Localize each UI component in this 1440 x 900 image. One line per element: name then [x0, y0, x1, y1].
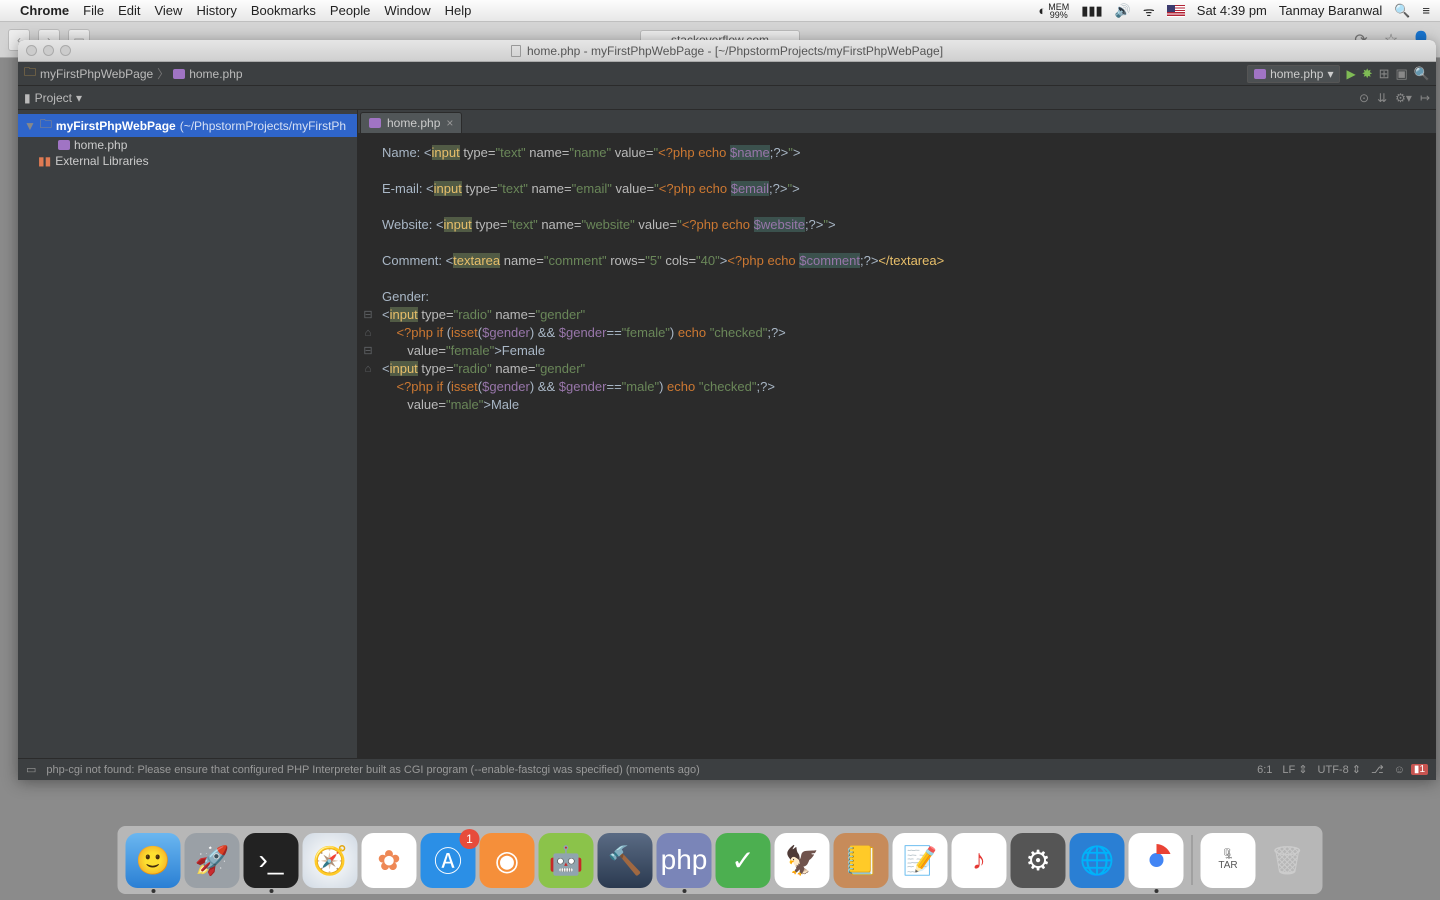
menubar-clock[interactable]: Sat 4:39 pm [1197, 3, 1267, 18]
mail-icon[interactable]: 🦅 [775, 833, 830, 888]
status-message: php-cgi not found: Please ensure that co… [46, 764, 699, 776]
appstore-icon[interactable]: Ⓐ1 [421, 833, 476, 888]
menubar-user[interactable]: Tanmay Baranwal [1279, 3, 1382, 18]
breadcrumb-file[interactable]: home.php [173, 67, 242, 81]
xcode-icon[interactable]: 🔨 [598, 833, 653, 888]
run-config-dropdown[interactable]: home.php ▾ [1247, 65, 1340, 83]
safari-icon[interactable]: 🧭 [303, 833, 358, 888]
scroll-to-source-icon[interactable]: ⊙ [1359, 91, 1369, 105]
menu-edit[interactable]: Edit [118, 3, 140, 18]
spotlight-icon[interactable]: 🔍 [1394, 3, 1410, 19]
php-app-icon[interactable]: php [657, 833, 712, 888]
menu-window[interactable]: Window [384, 3, 430, 18]
wifi-icon[interactable]: ᯤ [1143, 2, 1155, 20]
search-icon[interactable]: 🔍 [1414, 66, 1430, 82]
notification-center-icon[interactable]: ≡ [1422, 3, 1430, 18]
tree-file[interactable]: home.php [18, 137, 357, 153]
menu-help[interactable]: Help [445, 3, 472, 18]
hector-icon[interactable]: ☺ [1394, 764, 1405, 776]
traffic-lights[interactable] [26, 45, 71, 56]
menu-file[interactable]: File [83, 3, 104, 18]
debug-button-icon[interactable]: ✸ [1362, 66, 1373, 82]
menu-bookmarks[interactable]: Bookmarks [251, 3, 316, 18]
battery-icon[interactable]: ▮▮▮ [1081, 3, 1102, 19]
volume-icon[interactable]: 🔊 [1115, 3, 1131, 19]
chevron-right-icon: 〉 [157, 65, 169, 82]
mem-indicator-icon[interactable]: ◐MEM99% [1038, 3, 1069, 19]
tree-root[interactable]: ▼🗀myFirstPhpWebPage (~/PhpstormProjects/… [18, 114, 357, 137]
library-icon: ▮▮ [38, 154, 51, 168]
menu-view[interactable]: View [154, 3, 182, 18]
editor-gutter: ⊟⌂⊟⌂ [358, 144, 378, 378]
encoding[interactable]: UTF-8 ⇕ [1318, 763, 1361, 776]
mac-menubar: Chrome File Edit View History Bookmarks … [0, 0, 1440, 22]
php-icon [173, 69, 185, 79]
php-icon [58, 140, 70, 150]
menu-people[interactable]: People [330, 3, 370, 18]
tar-file-icon[interactable]: 🗜TAR [1201, 833, 1256, 888]
editor-tabs: home.php× [358, 110, 1436, 134]
settings-icon[interactable]: ⚙ [1011, 833, 1066, 888]
chrome-icon[interactable] [1129, 833, 1184, 888]
hide-icon[interactable]: ↦ [1420, 91, 1430, 105]
git-icon[interactable]: ⎇ [1371, 763, 1384, 776]
run-button-icon[interactable]: ▶ [1346, 67, 1355, 81]
menubar-app[interactable]: Chrome [20, 3, 69, 18]
itunes-icon[interactable]: ♪ [952, 833, 1007, 888]
trash-icon[interactable]: 🗑 [1260, 833, 1315, 888]
editor-tab[interactable]: home.php× [360, 112, 462, 133]
appstore-badge: 1 [460, 829, 480, 849]
contacts-icon[interactable]: 📒 [834, 833, 889, 888]
project-tree[interactable]: ▼🗀myFirstPhpWebPage (~/PhpstormProjects/… [18, 110, 358, 758]
code-editor[interactable]: ⊟⌂⊟⌂ Name: <input type="text" name="name… [358, 134, 1436, 758]
flag-icon[interactable] [1167, 5, 1185, 17]
status-icon[interactable]: ▭ [26, 763, 36, 776]
php-icon [1254, 69, 1266, 79]
folder-icon: 🗀 [24, 63, 36, 84]
photos-icon[interactable]: ✿ [362, 833, 417, 888]
finder-icon[interactable]: 🙂 [126, 833, 181, 888]
event-log-badge[interactable]: ▮1 [1411, 764, 1428, 775]
ide-title: home.php - myFirstPhpWebPage - [~/Phpsto… [527, 44, 943, 58]
notes-icon[interactable]: 📝 [893, 833, 948, 888]
checkmark-app-icon[interactable]: ✓ [716, 833, 771, 888]
ide-titlebar[interactable]: home.php - myFirstPhpWebPage - [~/Phpsto… [18, 40, 1436, 62]
ide-statusbar: ▭ php-cgi not found: Please ensure that … [18, 758, 1436, 780]
terminal-icon[interactable]: ›_ [244, 833, 299, 888]
ide-navbar: 🗀myFirstPhpWebPage 〉 home.php home.php ▾… [18, 62, 1436, 86]
gear-icon[interactable]: ⚙▾ [1395, 91, 1412, 105]
project-tool-header: ▮ Project ▾ ⊙ ⇊ ⚙▾ ↦ [18, 86, 1436, 110]
collapse-icon[interactable]: ⇊ [1377, 91, 1387, 105]
tree-external-libraries[interactable]: ▮▮External Libraries [18, 153, 357, 169]
launchpad-icon[interactable]: 🚀 [185, 833, 240, 888]
coverage-icon[interactable]: ⊞ [1379, 66, 1390, 82]
cursor-position[interactable]: 6:1 [1257, 764, 1272, 776]
globe-app-icon[interactable]: 🌐 [1070, 833, 1125, 888]
page-icon [511, 45, 521, 57]
dock-divider [1192, 835, 1193, 885]
menu-history[interactable]: History [196, 3, 236, 18]
php-icon [369, 118, 381, 128]
close-icon[interactable]: × [446, 116, 453, 130]
android-studio-icon[interactable]: 🤖 [539, 833, 594, 888]
stop-icon[interactable]: ▣ [1396, 66, 1408, 82]
folder-icon: 🗀 [40, 115, 52, 136]
project-tool-title[interactable]: ▮ Project ▾ [24, 91, 82, 105]
breadcrumb-project[interactable]: 🗀myFirstPhpWebPage [24, 63, 153, 84]
mac-dock: 🙂 🚀 ›_ 🧭 ✿ Ⓐ1 ◉ 🤖 🔨 php ✓ 🦅 📒 📝 ♪ ⚙ 🌐 🗜T… [118, 826, 1323, 894]
ide-window: home.php - myFirstPhpWebPage - [~/Phpsto… [18, 40, 1436, 780]
blender-icon[interactable]: ◉ [480, 833, 535, 888]
line-separator[interactable]: LF ⇕ [1282, 763, 1307, 776]
